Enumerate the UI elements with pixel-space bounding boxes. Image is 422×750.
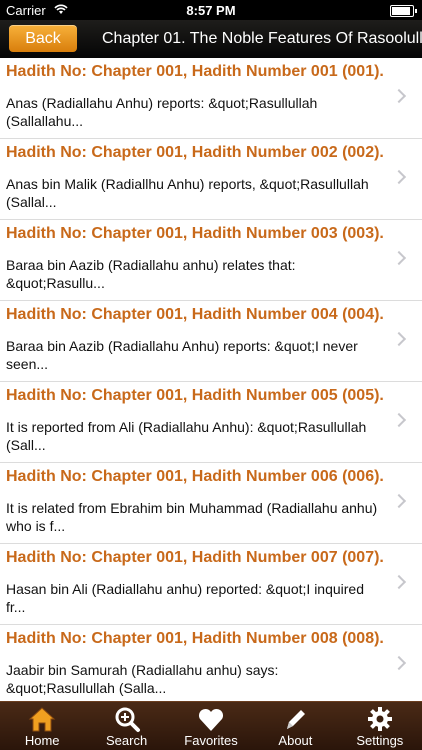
tab-home[interactable]: Home [0, 702, 84, 750]
hadith-snippet: It is reported from Ali (Radiallahu Anhu… [6, 419, 367, 453]
hadith-title: Hadith No: Chapter 001, Hadith Number 00… [6, 144, 384, 161]
back-button[interactable]: Back [9, 25, 77, 52]
tab-search-label: Search [106, 733, 148, 748]
hadith-snippet: Anas (Radiallahu Anhu) reports: &quot;Ra… [6, 95, 318, 129]
hadith-title: Hadith No: Chapter 001, Hadith Number 00… [6, 63, 384, 80]
hadith-title: Hadith No: Chapter 001, Hadith Number 00… [6, 549, 384, 566]
status-time: 8:57 PM [186, 3, 236, 18]
tab-settings[interactable]: Settings [338, 702, 422, 750]
hadith-snippet: Hasan bin Ali (Radiallahu anhu) reported… [6, 581, 365, 615]
tab-bar: Home Search Favorites About Settings [0, 701, 422, 750]
chevron-right-icon [391, 169, 407, 185]
hadith-title: Hadith No: Chapter 001, Hadith Number 00… [6, 387, 384, 404]
chevron-right-icon [391, 493, 407, 509]
list-item[interactable]: Hadith No: Chapter 001, Hadith Number 00… [0, 382, 422, 463]
search-icon [115, 707, 140, 732]
hadith-list: Hadith No: Chapter 001, Hadith Number 00… [0, 58, 422, 702]
tab-about[interactable]: About [253, 702, 337, 750]
hadith-title: Hadith No: Chapter 001, Hadith Number 00… [6, 225, 384, 242]
chevron-right-icon [391, 412, 407, 428]
hadith-snippet: Anas bin Malik (Radiallhu Anhu) reports,… [6, 176, 369, 210]
tab-settings-label: Settings [356, 733, 404, 748]
chevron-right-icon [391, 655, 407, 671]
hadith-title: Hadith No: Chapter 001, Hadith Number 00… [6, 468, 384, 485]
status-bar: Carrier 8:57 PM [0, 0, 422, 20]
tab-search[interactable]: Search [84, 702, 168, 750]
hadith-snippet: It is related from Ebrahim bin Muhammad … [6, 500, 378, 534]
chevron-right-icon [391, 250, 407, 266]
chevron-right-icon [391, 331, 407, 347]
list-item[interactable]: Hadith No: Chapter 001, Hadith Number 00… [0, 301, 422, 382]
hadith-snippet: Jaabir bin Samurah (Radiallahu anhu) say… [6, 662, 279, 696]
hadith-title: Hadith No: Chapter 001, Hadith Number 00… [6, 630, 384, 647]
gear-icon [367, 707, 392, 731]
list-item[interactable]: Hadith No: Chapter 001, Hadith Number 00… [0, 625, 422, 702]
chevron-right-icon [391, 88, 407, 104]
hadith-snippet: Baraa bin Aazib (Radiallahu anhu) relate… [6, 257, 296, 291]
page-title: Chapter 01. The Noble Features Of Rasool… [102, 30, 422, 47]
list-item[interactable]: Hadith No: Chapter 001, Hadith Number 00… [0, 544, 422, 625]
heart-icon [198, 708, 224, 731]
chevron-right-icon [391, 574, 407, 590]
tab-about-label: About [278, 733, 313, 748]
tab-favorites[interactable]: Favorites [169, 702, 253, 750]
pencil-icon [287, 710, 306, 729]
tab-home-label: Home [24, 733, 60, 748]
hadith-title: Hadith No: Chapter 001, Hadith Number 00… [6, 306, 384, 323]
battery-icon [390, 5, 417, 17]
list-item[interactable]: Hadith No: Chapter 001, Hadith Number 00… [0, 220, 422, 301]
list-item[interactable]: Hadith No: Chapter 001, Hadith Number 00… [0, 139, 422, 220]
navigation-bar: Back Chapter 01. The Noble Features Of R… [0, 20, 422, 58]
list-item[interactable]: Hadith No: Chapter 001, Hadith Number 00… [0, 463, 422, 544]
home-icon [28, 707, 56, 732]
hadith-snippet: Baraa bin Aazib (Radiallahu Anhu) report… [6, 338, 358, 372]
tab-favorites-label: Favorites [184, 733, 238, 748]
list-item[interactable]: Hadith No: Chapter 001, Hadith Number 00… [0, 58, 422, 139]
